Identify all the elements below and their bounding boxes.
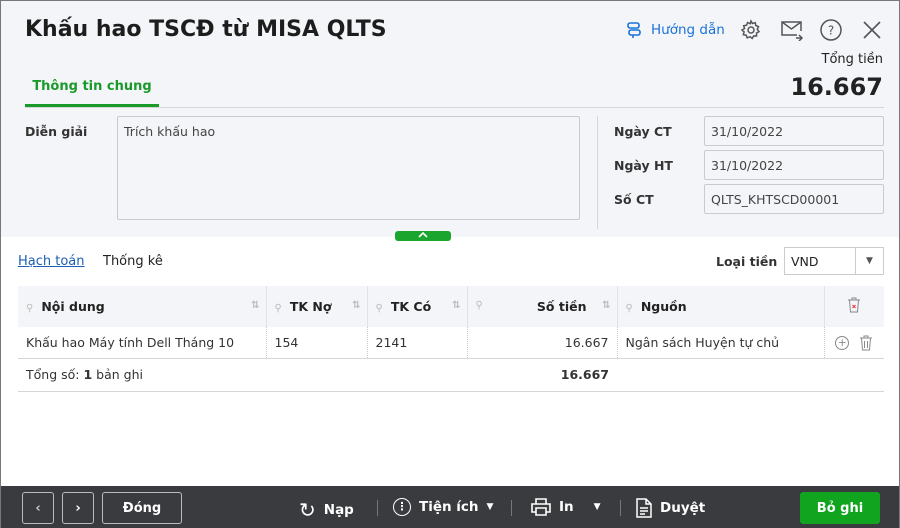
total-value: 16.667 <box>790 73 883 101</box>
divider <box>597 116 598 229</box>
print-button[interactable]: In ▼ <box>531 498 601 516</box>
desc-input[interactable]: Trích khấu hao <box>117 116 580 220</box>
currency-value: VND <box>791 254 819 269</box>
send-mail-icon[interactable] <box>780 19 804 41</box>
so-ct-label: Số CT <box>614 192 654 207</box>
currency-label: Loại tiền <box>716 254 778 269</box>
currency-select[interactable]: VND ▼ <box>784 247 884 275</box>
next-button[interactable]: › <box>62 492 94 524</box>
cell-source[interactable]: Ngân sách Huyện tự chủ <box>617 327 825 359</box>
close-button[interactable]: Đóng <box>102 492 182 524</box>
sort-icon: ⇅ <box>352 300 361 311</box>
table-row[interactable]: Khấu hao Máy tính Dell Tháng 10 154 2141… <box>18 327 884 359</box>
sort-icon: ⇅ <box>452 300 461 311</box>
prev-button[interactable]: ‹ <box>22 492 54 524</box>
document-icon <box>636 498 652 518</box>
col-credit[interactable]: ⚲ TK Có ⇅ <box>367 286 468 327</box>
tab-accounting[interactable]: Hạch toán <box>18 254 85 269</box>
accounting-table: ⚲ Nội dung ⇅ ⚲ TK Nợ ⇅ ⚲ TK Có ⇅ ⚲ Số tiền ⇅ ⚲ Ng… <box>18 286 884 392</box>
trash-icon <box>848 297 861 313</box>
divider <box>25 107 884 108</box>
cell-content[interactable]: Khấu hao Máy tính Dell Tháng 10 <box>18 327 267 359</box>
header-area: Khấu hao TSCĐ từ MISA QLTS Hướng dẫn ? T… <box>1 1 899 241</box>
tab-general-info[interactable]: Thông tin chung <box>25 79 159 107</box>
utilities-button[interactable]: ⋮ Tiện ích ▼ <box>393 498 493 516</box>
bottom-toolbar: ‹ › Đóng ↻ Nạp ⋮ Tiện ích ▼ In ▼ Duyệt Bỏ gh… <box>1 486 899 528</box>
pin-icon: ⚲ <box>375 303 383 314</box>
col-content[interactable]: ⚲ Nội dung ⇅ <box>18 286 267 327</box>
pin-icon: ⚲ <box>274 303 282 314</box>
page-title: Khấu hao TSCĐ từ MISA QLTS <box>25 17 387 42</box>
close-icon[interactable] <box>862 20 882 40</box>
approve-button[interactable]: Duyệt <box>636 498 705 518</box>
printer-icon <box>531 498 551 516</box>
desc-label: Diễn giải <box>25 124 88 139</box>
table-header: ⚲ Nội dung ⇅ ⚲ TK Nợ ⇅ ⚲ TK Có ⇅ ⚲ Số tiền ⇅ ⚲ Ng… <box>18 286 884 327</box>
guide-link[interactable]: Hướng dẫn <box>625 21 725 39</box>
svg-text:?: ? <box>828 24 834 38</box>
collapse-button[interactable] <box>395 231 451 241</box>
pin-icon: ⚲ <box>475 300 483 311</box>
help-icon[interactable]: ? <box>820 19 842 41</box>
date-ct-label: Ngày CT <box>614 124 672 139</box>
signpost-icon <box>625 21 643 39</box>
sort-icon: ⇅ <box>602 300 611 311</box>
pin-icon: ⚲ <box>26 303 34 314</box>
footer-total: 16.667 <box>467 358 617 392</box>
chevron-down-icon: ▼ <box>593 502 601 512</box>
chevron-down-icon[interactable]: ▼ <box>855 248 883 274</box>
date-ct-input[interactable]: 31/10/2022 <box>704 116 884 146</box>
pin-icon: ⚲ <box>625 303 633 314</box>
gear-icon[interactable] <box>740 19 762 41</box>
delete-all-button[interactable] <box>824 286 884 327</box>
reload-icon: ↻ <box>299 498 316 522</box>
guide-label: Hướng dẫn <box>651 22 725 38</box>
col-amount[interactable]: ⚲ Số tiền ⇅ <box>467 286 618 327</box>
so-ct-input[interactable]: QLTS_KHTSCD00001 <box>704 184 884 214</box>
chevron-up-icon <box>418 231 428 238</box>
date-ht-label: Ngày HT <box>614 158 673 173</box>
reload-button[interactable]: ↻ Nạp <box>299 498 354 522</box>
col-debit[interactable]: ⚲ TK Nợ ⇅ <box>266 286 368 327</box>
sort-icon: ⇅ <box>251 300 260 311</box>
cell-amount[interactable]: 16.667 <box>467 327 618 359</box>
chevron-down-icon: ▼ <box>486 502 494 512</box>
cell-debit[interactable]: 154 <box>266 327 368 359</box>
date-ht-input[interactable]: 31/10/2022 <box>704 150 884 180</box>
trash-icon[interactable] <box>859 335 873 351</box>
more-icon: ⋮ <box>393 498 411 516</box>
table-footer: Tổng số: 1 bản ghi 16.667 <box>18 358 884 392</box>
tab-stats[interactable]: Thống kê <box>103 254 163 269</box>
cell-credit[interactable]: 2141 <box>367 327 468 359</box>
add-row-icon[interactable]: + <box>835 335 850 350</box>
total-label: Tổng tiền <box>821 52 883 67</box>
dialog-window: Khấu hao TSCĐ từ MISA QLTS Hướng dẫn ? T… <box>0 0 900 528</box>
save-button[interactable]: Bỏ ghi <box>800 492 880 524</box>
col-source[interactable]: ⚲ Nguồn <box>617 286 825 327</box>
